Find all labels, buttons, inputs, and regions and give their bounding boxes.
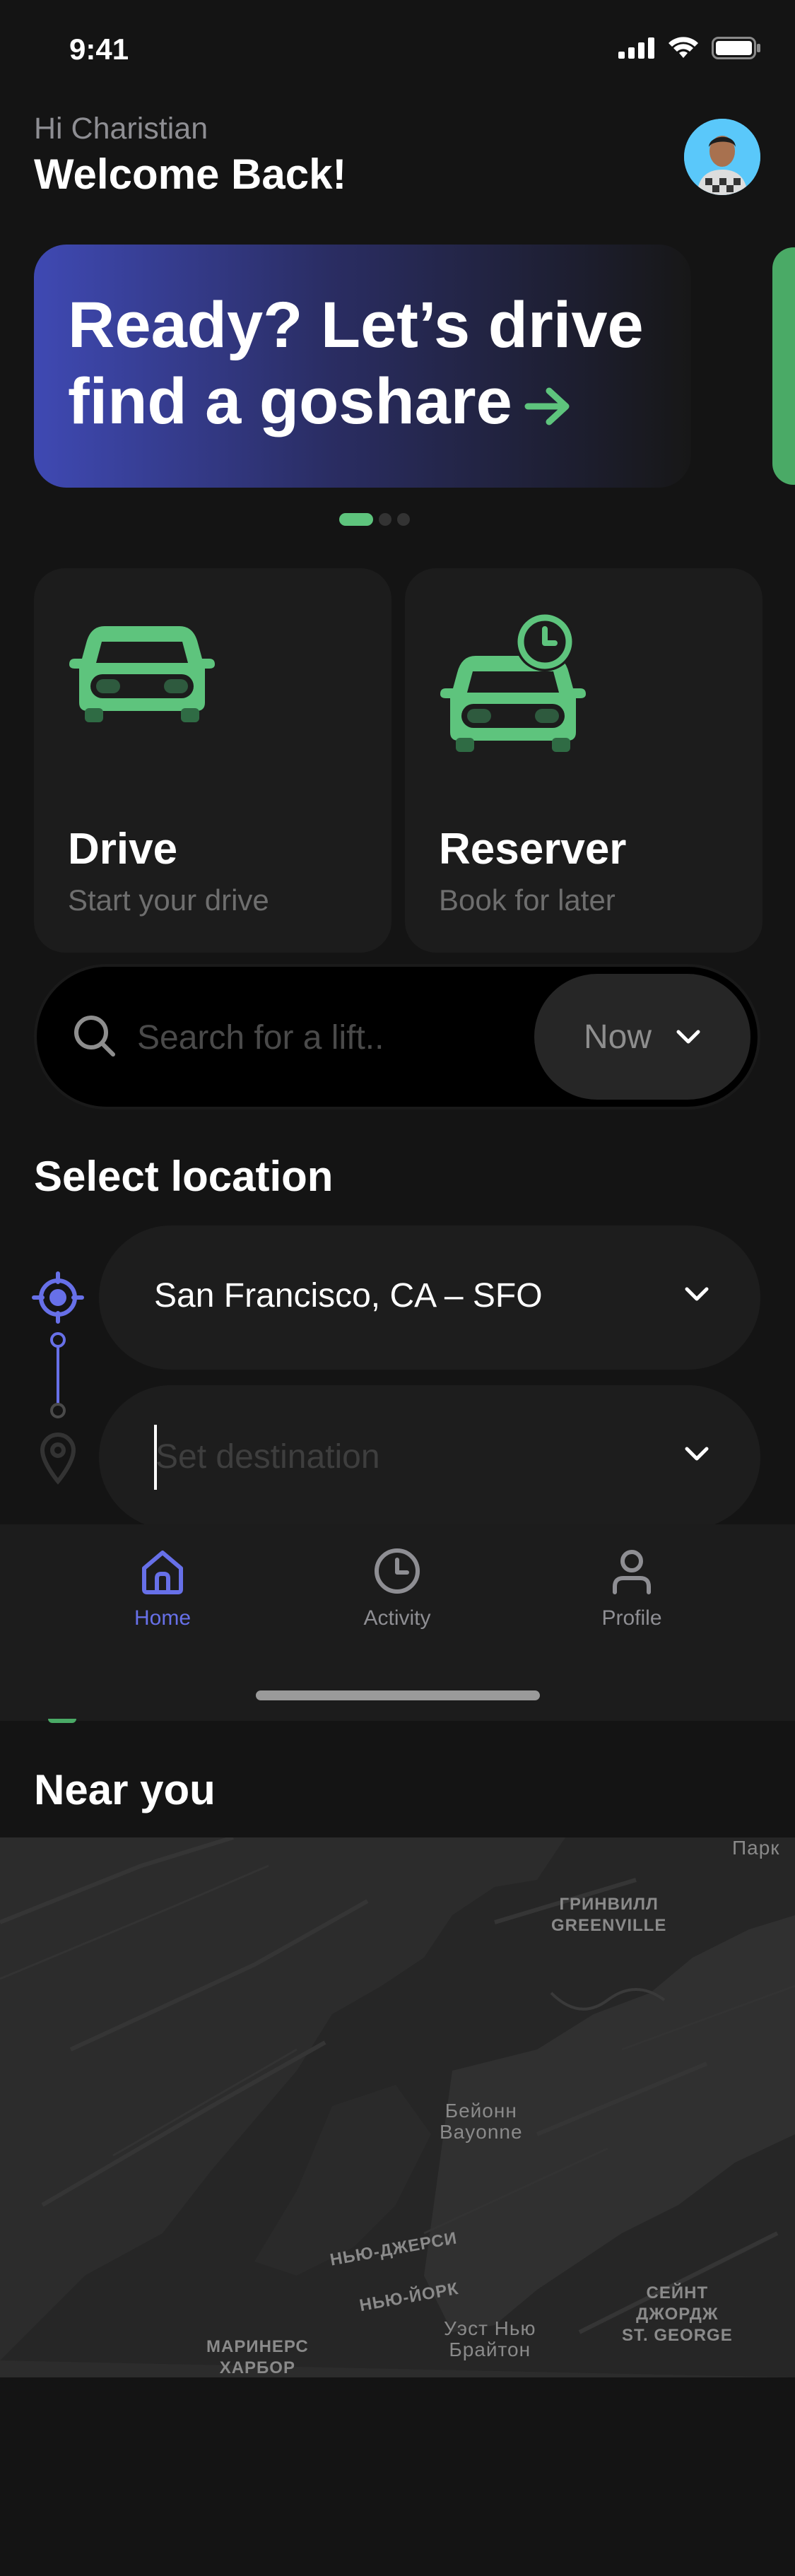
status-icons <box>618 37 761 59</box>
greeting-subtitle: Hi Charistian <box>34 112 208 146</box>
tab-profile-label: Profile <box>601 1606 662 1630</box>
tab-bar: Home Activity Profile <box>0 1524 795 1721</box>
time-select-button[interactable]: Now <box>534 974 750 1100</box>
status-time: 9:41 <box>69 33 129 66</box>
reserve-card[interactable]: Reserver Book for later <box>405 568 762 953</box>
tab-profile[interactable]: Profile <box>561 1546 702 1666</box>
tab-activity[interactable]: Activity <box>326 1546 468 1666</box>
home-screen: 9:41 Hi Charistian Welcome Back! Ready? … <box>0 0 795 1529</box>
chevron-down-icon[interactable] <box>684 1286 709 1302</box>
clock-icon <box>375 1548 420 1594</box>
bottom-area <box>0 2377 795 2576</box>
reserve-subtitle: Book for later <box>439 883 616 917</box>
drive-title: Drive <box>68 825 178 874</box>
pickup-value: San Francisco, CA – SFO <box>154 1277 543 1315</box>
near-you-title: Near you <box>34 1766 216 1813</box>
greeting-title: Welcome Back! <box>34 151 347 198</box>
destination-field[interactable]: Set destination <box>99 1385 760 1529</box>
signal-icon <box>618 37 654 59</box>
car-clock-icon <box>440 612 586 752</box>
drive-card[interactable]: Drive Start your drive <box>34 568 391 953</box>
map-label-bayonne: Бейонн Bayonne <box>440 2100 523 2143</box>
search-icon <box>74 1016 115 1057</box>
tab-home-label: Home <box>134 1606 192 1630</box>
chevron-down-icon[interactable] <box>684 1446 709 1462</box>
search-input[interactable] <box>137 1012 448 1063</box>
destination-placeholder: Set destination <box>155 1438 380 1476</box>
carousel-dot[interactable] <box>379 513 391 526</box>
battery-icon <box>712 37 760 59</box>
map-label-park: Парк <box>732 1837 780 1859</box>
reserve-title: Reserver <box>439 825 627 874</box>
tab-activity-label: Activity <box>363 1606 431 1630</box>
banner-line1: Ready? Let’s drive <box>68 289 644 361</box>
carousel-dot-active[interactable] <box>339 513 373 526</box>
map-label-west-brighton: Уэст Нью Брайтон <box>444 2317 536 2360</box>
user-photo-icon <box>684 119 760 195</box>
scroll-peek <box>48 1719 76 1723</box>
carousel-dot[interactable] <box>397 513 410 526</box>
home-icon <box>142 1551 183 1594</box>
tab-home[interactable]: Home <box>92 1546 233 1666</box>
drive-subtitle: Start your drive <box>68 883 269 917</box>
home-indicator[interactable] <box>256 1690 540 1700</box>
avatar[interactable] <box>684 119 760 195</box>
time-select-label: Now <box>583 1018 652 1056</box>
map-view[interactable]: ГРИНВИЛЛ GREENVILLE Бейонн Bayonne НЬЮ-Д… <box>0 1837 795 2377</box>
search-bar: Now <box>34 964 760 1110</box>
map-label-mariners-harbor: МАРИНЕРС ХАРБОР <box>206 2337 309 2377</box>
user-icon <box>613 1550 651 1594</box>
carousel-dots <box>339 513 410 526</box>
chevron-down-icon <box>676 1030 700 1044</box>
wifi-icon <box>669 37 698 58</box>
route-track <box>32 1271 84 1485</box>
car-icon <box>69 626 215 722</box>
map-label-greenville: ГРИНВИЛЛ GREENVILLE <box>551 1895 667 1935</box>
pickup-field[interactable]: San Francisco, CA – SFO <box>99 1225 760 1370</box>
banner-line2: find a goshare <box>68 365 512 437</box>
arrow-right-icon <box>524 387 570 425</box>
select-location-title: Select location <box>34 1153 334 1200</box>
banner-text: Ready? Let’s drive find a goshare <box>68 287 690 440</box>
promo-banner[interactable]: Ready? Let’s drive find a goshare <box>34 245 691 488</box>
next-banner-peek[interactable] <box>772 247 795 485</box>
map-label-st-george: СЕЙНТ ДЖОРДЖ ST. GEORGE <box>622 2283 733 2345</box>
current-location-icon <box>32 1271 84 1324</box>
pin-icon <box>40 1433 76 1485</box>
